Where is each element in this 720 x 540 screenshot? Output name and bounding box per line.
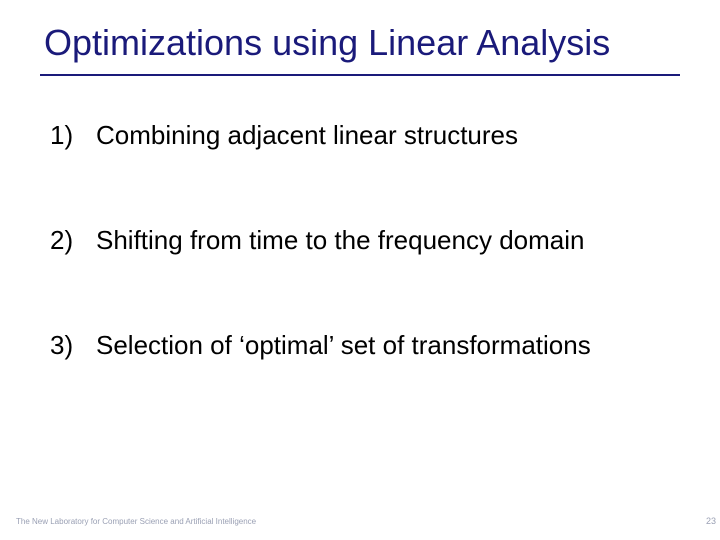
title-underline	[40, 74, 680, 76]
slide-body: 1) Combining adjacent linear structures …	[50, 120, 670, 435]
list-item: 2) Shifting from time to the frequency d…	[50, 225, 670, 256]
list-item-number: 1)	[50, 120, 96, 151]
slide-title: Optimizations using Linear Analysis	[44, 22, 676, 70]
list-item: 3) Selection of ‘optimal’ set of transfo…	[50, 330, 670, 361]
list-item: 1) Combining adjacent linear structures	[50, 120, 670, 151]
list-item-number: 2)	[50, 225, 96, 256]
slide: Optimizations using Linear Analysis 1) C…	[0, 0, 720, 540]
list-item-text: Shifting from time to the frequency doma…	[96, 225, 670, 256]
list-item-text: Selection of ‘optimal’ set of transforma…	[96, 330, 670, 361]
list-item-number: 3)	[50, 330, 96, 361]
list-item-text: Combining adjacent linear structures	[96, 120, 670, 151]
footer-organization: The New Laboratory for Computer Science …	[16, 517, 256, 526]
page-number: 23	[706, 516, 716, 526]
